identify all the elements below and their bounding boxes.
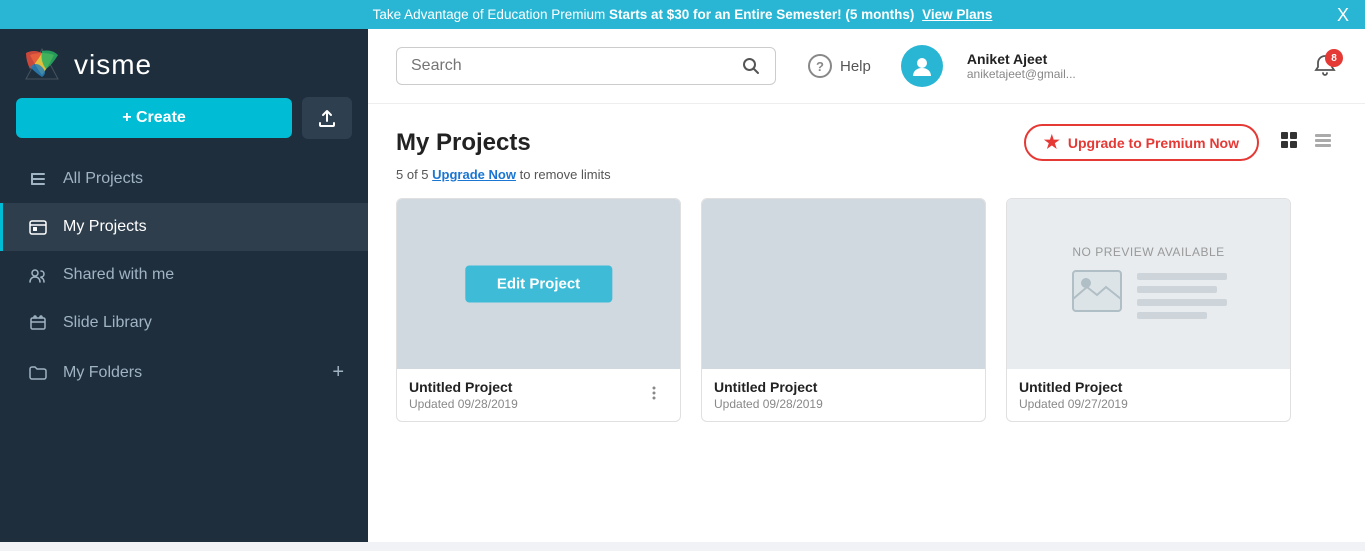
project-info-1: Untitled Project Updated 09/28/2019 [397,369,680,421]
project-card[interactable]: Untitled Project Updated 09/28/2019 [701,198,986,422]
no-preview-lines [1137,273,1227,319]
user-avatar[interactable] [901,45,943,87]
visme-logo-icon [20,47,64,83]
project-menu-button-1[interactable] [640,383,668,408]
promo-banner: Take Advantage of Education Premium Star… [0,0,1365,29]
main-content: ? Help Aniket Ajeet aniketajeet@gmail...… [368,29,1365,542]
my-folders-label: My Folders [63,364,142,382]
logo-area: visme [0,29,368,97]
header-right: ★ Upgrade to Premium Now [1024,124,1337,161]
slide-library-label: Slide Library [63,314,152,332]
project-card[interactable]: NO PREVIEW AVAILABLE [1006,198,1291,422]
project-date-1: Updated 09/28/2019 [409,397,640,411]
more-menu-icon [646,385,662,401]
projects-grid: Edit Project Untitled Project Updated 09… [396,198,1337,422]
search-input[interactable] [411,57,731,75]
grid-view-button[interactable] [1275,128,1303,158]
my-projects-icon [27,217,49,237]
sidebar-item-slide-library[interactable]: Slide Library [0,299,368,347]
notification-badge: 8 [1325,49,1343,67]
sidebar-item-my-folders[interactable]: My Folders + [0,347,368,398]
project-info-3: Untitled Project Updated 09/27/2019 [1007,369,1290,421]
projects-count: 5 of 5 Upgrade Now to remove limits [396,167,1337,182]
projects-area: My Projects ★ Upgrade to Premium Now [368,104,1365,542]
project-date-3: Updated 09/27/2019 [1019,397,1278,411]
add-folder-button[interactable]: + [332,361,344,384]
sidebar-item-all-projects[interactable]: All Projects [0,155,368,203]
sidebar-item-shared-with-me[interactable]: Shared with me [0,251,368,299]
no-preview-text: NO PREVIEW AVAILABLE [1072,245,1224,259]
project-info-2: Untitled Project Updated 09/28/2019 [702,369,985,421]
all-projects-icon [27,169,49,189]
user-name: Aniket Ajeet [967,51,1076,67]
project-name-1: Untitled Project [409,379,640,395]
projects-header: My Projects ★ Upgrade to Premium Now [396,124,1337,161]
preview-line [1137,312,1207,319]
project-details-3: Untitled Project Updated 09/27/2019 [1019,379,1278,411]
search-bar[interactable] [396,47,776,85]
sidebar: visme + Create [0,29,368,542]
no-preview-image-icon [1071,269,1123,323]
help-button[interactable]: ? Help [808,54,871,78]
my-projects-label: My Projects [63,218,147,236]
help-icon: ? [808,54,832,78]
logo-text: visme [74,49,152,81]
edit-project-overlay[interactable]: Edit Project [465,266,612,303]
no-preview-content [1051,269,1247,323]
grid-view-icon [1279,130,1299,150]
main-header: ? Help Aniket Ajeet aniketajeet@gmail...… [368,29,1365,104]
project-thumbnail-2 [702,199,985,369]
app-layout: visme + Create [0,29,1365,542]
slide-library-icon [27,313,49,333]
project-thumbnail-1: Edit Project [397,199,680,369]
banner-text: Take Advantage of Education Premium Star… [373,7,993,22]
project-card[interactable]: Edit Project Untitled Project Updated 09… [396,198,681,422]
upgrade-now-link[interactable]: Upgrade Now [432,167,516,182]
preview-line [1137,286,1217,293]
preview-line [1137,299,1227,306]
upgrade-star-icon: ★ [1044,132,1060,153]
shared-with-me-label: Shared with me [63,266,174,284]
view-plans-link[interactable]: View Plans [922,7,992,22]
project-date-2: Updated 09/28/2019 [714,397,973,411]
upgrade-button[interactable]: ★ Upgrade to Premium Now [1024,124,1259,161]
list-view-icon [1313,130,1333,150]
notification-button[interactable]: 8 [1313,54,1337,78]
search-icon [741,56,761,76]
view-toggle [1275,128,1337,158]
avatar-icon [909,53,935,79]
project-name-2: Untitled Project [714,379,973,395]
shared-icon [27,265,49,285]
page-title: My Projects [396,129,531,157]
banner-close-button[interactable]: X [1337,6,1349,24]
list-view-button[interactable] [1309,128,1337,158]
sidebar-actions: + Create [0,97,368,155]
upload-button[interactable] [302,97,352,139]
my-folders-icon [27,363,49,383]
project-details-2: Untitled Project Updated 09/28/2019 [714,379,973,411]
upload-icon [316,107,338,129]
sidebar-nav: All Projects My Projects [0,155,368,398]
user-info: Aniket Ajeet aniketajeet@gmail... [967,51,1076,81]
user-email: aniketajeet@gmail... [967,67,1076,81]
project-details-1: Untitled Project Updated 09/28/2019 [409,379,640,411]
create-button[interactable]: + Create [16,98,292,138]
project-thumbnail-3: NO PREVIEW AVAILABLE [1007,199,1290,369]
project-name-3: Untitled Project [1019,379,1278,395]
sidebar-item-my-projects[interactable]: My Projects [0,203,368,251]
all-projects-label: All Projects [63,170,143,188]
search-button[interactable] [741,56,761,76]
help-label: Help [840,58,871,75]
preview-line [1137,273,1227,280]
